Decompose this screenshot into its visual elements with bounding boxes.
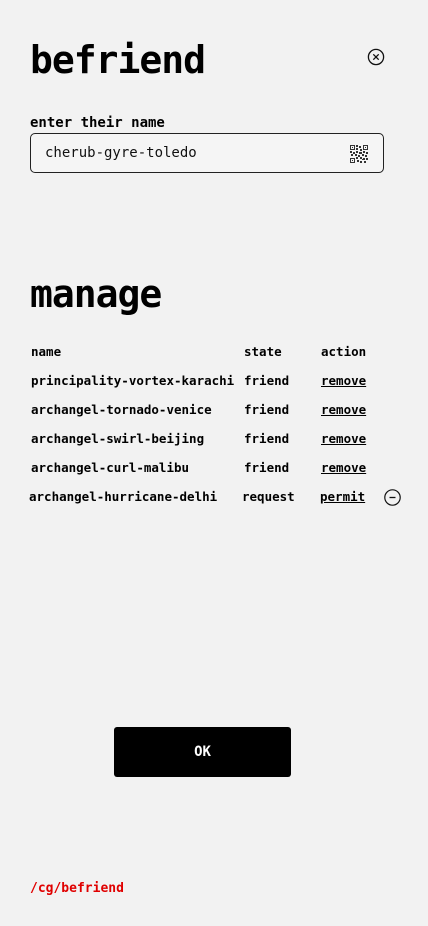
remove-link[interactable]: remove xyxy=(321,427,366,451)
column-header-state: state xyxy=(244,344,282,359)
row-state: friend xyxy=(244,402,290,417)
close-circle-icon[interactable] xyxy=(367,48,385,66)
ok-button[interactable]: OK xyxy=(114,727,291,777)
name-input[interactable] xyxy=(45,134,335,172)
row-name: archangel-swirl-beijing xyxy=(31,431,205,446)
row-state: friend xyxy=(244,373,290,388)
page-title: befriend xyxy=(30,38,206,82)
remove-link[interactable]: remove xyxy=(321,369,366,393)
table-row: archangel-swirl-beijing friend remove xyxy=(0,427,428,456)
row-name: principality-vortex-karachi xyxy=(31,373,235,388)
remove-link[interactable]: remove xyxy=(321,456,366,480)
remove-link[interactable]: remove xyxy=(321,398,366,422)
row-name: archangel-tornado-venice xyxy=(31,402,212,417)
name-field xyxy=(30,133,384,173)
row-state: friend xyxy=(244,431,290,446)
minus-circle-icon[interactable] xyxy=(384,489,401,506)
table-row: principality-vortex-karachi friend remov… xyxy=(0,369,428,398)
column-header-name: name xyxy=(31,344,62,359)
permit-link[interactable]: permit xyxy=(320,485,365,509)
qr-code-icon[interactable] xyxy=(350,145,368,163)
table-row: archangel-hurricane-delhi request permit xyxy=(0,485,428,514)
table-row: archangel-tornado-venice friend remove xyxy=(0,398,428,427)
row-state: request xyxy=(242,489,295,504)
table-header: name state action xyxy=(0,340,428,369)
route-path: /cg/befriend xyxy=(30,881,124,896)
column-header-action: action xyxy=(321,344,367,359)
friends-table: name state action principality-vortex-ka… xyxy=(0,340,428,514)
row-name: archangel-curl-malibu xyxy=(31,460,190,475)
row-state: friend xyxy=(244,460,290,475)
manage-section-title: manage xyxy=(30,272,162,316)
name-field-label: enter their name xyxy=(30,115,165,131)
table-row: archangel-curl-malibu friend remove xyxy=(0,456,428,485)
row-name: archangel-hurricane-delhi xyxy=(29,489,218,504)
